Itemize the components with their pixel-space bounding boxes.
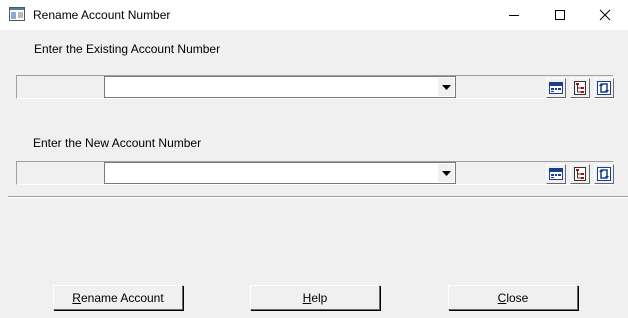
help-label: elp <box>311 290 328 305</box>
close-mnemonic: C <box>497 290 507 305</box>
title-bar[interactable]: Rename Account Number <box>0 0 628 30</box>
refresh-icon <box>597 81 611 95</box>
new-tree-button[interactable] <box>570 164 590 184</box>
calendar-list-icon <box>549 168 563 180</box>
tree-structure-icon <box>574 81 586 95</box>
chevron-down-icon <box>441 170 451 176</box>
app-icon <box>9 7 25 21</box>
existing-refresh-button[interactable] <box>594 78 614 98</box>
chevron-down-icon <box>441 84 451 90</box>
help-button[interactable]: Help <box>250 285 380 310</box>
existing-account-input[interactable] <box>107 79 435 95</box>
existing-account-combobox[interactable] <box>104 76 456 98</box>
existing-tree-button[interactable] <box>570 78 590 98</box>
new-account-label: Enter the New Account Number <box>33 136 202 150</box>
maximize-icon <box>555 10 565 20</box>
new-account-input[interactable] <box>107 165 435 181</box>
close-button[interactable]: Close <box>448 285 578 310</box>
window-title: Rename Account Number <box>33 8 171 22</box>
close-label: lose <box>506 290 529 305</box>
existing-list-button[interactable] <box>546 78 566 98</box>
calendar-list-icon <box>549 82 563 94</box>
new-account-combobox[interactable] <box>104 162 456 184</box>
maximize-button[interactable] <box>537 0 583 30</box>
separator-line <box>8 196 628 198</box>
existing-account-label: Enter the Existing Account Number <box>34 42 221 56</box>
close-icon <box>599 9 611 21</box>
close-window-button[interactable] <box>582 0 628 30</box>
new-refresh-button[interactable] <box>594 164 614 184</box>
minimize-button[interactable] <box>491 0 537 30</box>
rename-label: ename Account <box>80 290 164 305</box>
tree-structure-icon <box>574 167 586 181</box>
existing-account-dropdown-button[interactable] <box>438 78 454 96</box>
minimize-icon <box>509 15 519 16</box>
dialog-body: Enter the Existing Account Number Enter … <box>0 30 628 318</box>
new-list-button[interactable] <box>546 164 566 184</box>
new-account-dropdown-button[interactable] <box>438 164 454 182</box>
rename-mnemonic: R <box>72 290 81 305</box>
rename-account-button[interactable]: Rename Account <box>53 285 183 310</box>
refresh-icon <box>597 167 611 181</box>
help-mnemonic: H <box>302 290 312 305</box>
